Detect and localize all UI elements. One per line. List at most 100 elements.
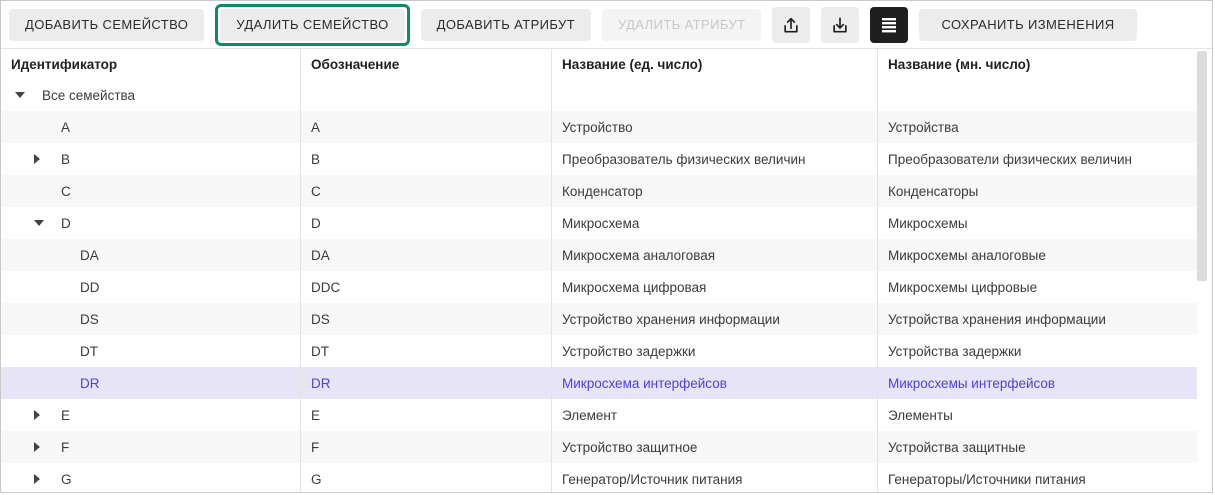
delete-family-focus-outline: УДАЛИТЬ СЕМЕЙСТВО [215, 3, 410, 46]
table-row[interactable]: Все семейства [1, 79, 1198, 111]
add-family-button[interactable]: ДОБАВИТЬ СЕМЕЙСТВО [9, 8, 205, 41]
cell-identifier: G [1, 463, 301, 492]
cell-designation: DDC [301, 271, 552, 303]
table-row[interactable]: F F Устройство защитное Устройства защит… [1, 431, 1198, 463]
download-button[interactable] [821, 6, 860, 43]
table-row[interactable]: G G Генератор/Источник питания Генератор… [1, 463, 1198, 492]
table-row[interactable]: DA DA Микросхема аналоговая Микросхемы а… [1, 239, 1198, 271]
cell-singular: Микросхема аналоговая [552, 239, 878, 271]
delete-attribute-button: УДАЛИТЬ АТРИБУТ [602, 8, 762, 41]
singular-text: Устройство [562, 119, 633, 135]
toolbar: ДОБАВИТЬ СЕМЕЙСТВО УДАЛИТЬ СЕМЕЙСТВО ДОБ… [1, 1, 1212, 49]
table-row[interactable]: DT DT Устройство задержки Устройства зад… [1, 335, 1198, 367]
delete-family-button[interactable]: УДАЛИТЬ СЕМЕЙСТВО [220, 8, 405, 41]
table-row[interactable]: DR DR Микросхема интерфейсов Микросхемы … [1, 367, 1198, 399]
cell-identifier: DT [1, 335, 301, 367]
cell-designation: F [301, 431, 552, 463]
list-icon [880, 16, 898, 34]
designation-text: F [311, 439, 320, 455]
cell-singular [552, 79, 878, 111]
identifier-text: DR [80, 375, 100, 391]
scrollbar-thumb[interactable] [1197, 51, 1207, 281]
plural-text: Микросхемы цифровые [888, 279, 1038, 295]
table-row[interactable]: DS DS Устройство хранения информации Уст… [1, 303, 1198, 335]
cell-designation: D [301, 207, 552, 239]
designation-text: DT [311, 343, 329, 359]
plural-text: Элементы [888, 407, 953, 423]
plural-text: Микросхемы аналоговые [888, 247, 1046, 263]
cell-singular: Микросхема цифровая [552, 271, 878, 303]
cell-identifier: Все семейства [1, 79, 301, 111]
table-row[interactable]: B B Преобразователь физических величин П… [1, 143, 1198, 175]
identifier-text: DA [80, 247, 99, 263]
singular-text: Генератор/Источник питания [562, 471, 743, 487]
singular-text: Микросхема интерфейсов [562, 375, 727, 391]
identifier-text: A [61, 119, 71, 135]
cell-designation: DA [301, 239, 552, 271]
cell-designation: DR [301, 367, 552, 399]
singular-text: Микросхема цифровая [562, 279, 707, 295]
cell-plural: Конденсаторы [878, 175, 1198, 207]
families-table: Идентификатор Обозначение Название (ед. … [1, 49, 1212, 492]
designation-text: DR [311, 375, 331, 391]
cell-identifier: B [1, 143, 301, 175]
cell-plural: Устройства хранения информации [878, 303, 1198, 335]
plural-text: Устройства [888, 119, 959, 135]
designation-text: B [311, 151, 321, 167]
cell-designation: E [301, 399, 552, 431]
table-row[interactable]: E E Элемент Элементы [1, 399, 1198, 431]
cell-singular: Конденсатор [552, 175, 878, 207]
tree-toggle-icon[interactable] [34, 408, 48, 422]
plural-text: Преобразователи физических величин [888, 151, 1133, 167]
cell-plural: Микросхемы интерфейсов [878, 367, 1198, 399]
cell-plural: Преобразователи физических величин [878, 143, 1198, 175]
table-row[interactable]: D D Микросхема Микросхемы [1, 207, 1198, 239]
designation-text: DS [311, 311, 330, 327]
singular-text: Конденсатор [562, 183, 643, 199]
cell-plural: Элементы [878, 399, 1198, 431]
plural-text: Устройства задержки [888, 343, 1022, 359]
cell-plural [878, 79, 1198, 111]
attribute-list-button[interactable] [870, 6, 909, 43]
vertical-scrollbar[interactable] [1197, 49, 1207, 492]
cell-identifier: E [1, 399, 301, 431]
upload-icon [781, 15, 801, 35]
designation-text: D [311, 215, 321, 231]
tree-toggle-icon[interactable] [34, 472, 48, 486]
identifier-text: F [61, 439, 70, 455]
table-row[interactable]: A A Устройство Устройства [1, 111, 1198, 143]
plural-text: Микросхемы интерфейсов [888, 375, 1056, 391]
designation-text: C [311, 183, 321, 199]
designation-text: E [311, 407, 321, 423]
tree-toggle-icon[interactable] [34, 152, 48, 166]
tree-toggle-icon[interactable] [34, 440, 48, 454]
cell-identifier: DD [1, 271, 301, 303]
singular-text: Микросхема аналоговая [562, 247, 716, 263]
column-header-designation: Обозначение [301, 49, 552, 79]
table-header: Идентификатор Обозначение Название (ед. … [1, 49, 1198, 79]
save-changes-button[interactable]: СОХРАНИТЬ ИЗМЕНЕНИЯ [919, 8, 1137, 41]
identifier-text: DT [80, 343, 98, 359]
table-row[interactable]: C C Конденсатор Конденсаторы [1, 175, 1198, 207]
add-attribute-button[interactable]: ДОБАВИТЬ АТРИБУТ [420, 8, 592, 41]
cell-plural: Микросхемы цифровые [878, 271, 1198, 303]
cell-singular: Генератор/Источник питания [552, 463, 878, 492]
identifier-text: DD [80, 279, 100, 295]
upload-button[interactable] [772, 6, 811, 43]
cell-designation: C [301, 175, 552, 207]
identifier-text: Все семейства [42, 87, 136, 103]
table-row[interactable]: DD DDC Микросхема цифровая Микросхемы ци… [1, 271, 1198, 303]
cell-designation [301, 79, 552, 111]
app-window: ДОБАВИТЬ СЕМЕЙСТВО УДАЛИТЬ СЕМЕЙСТВО ДОБ… [0, 0, 1213, 493]
identifier-text: DS [80, 311, 99, 327]
tree-toggle-icon[interactable] [15, 88, 29, 102]
column-header-singular: Название (ед. число) [552, 49, 878, 79]
singular-text: Микросхема [562, 215, 640, 231]
cell-plural: Устройства задержки [878, 335, 1198, 367]
column-header-plural: Название (мн. число) [888, 56, 1031, 72]
tree-toggle-icon[interactable] [34, 216, 48, 230]
cell-identifier: F [1, 431, 301, 463]
plural-text: Конденсаторы [888, 183, 979, 199]
cell-designation: DT [301, 335, 552, 367]
cell-singular: Устройство защитное [552, 431, 878, 463]
